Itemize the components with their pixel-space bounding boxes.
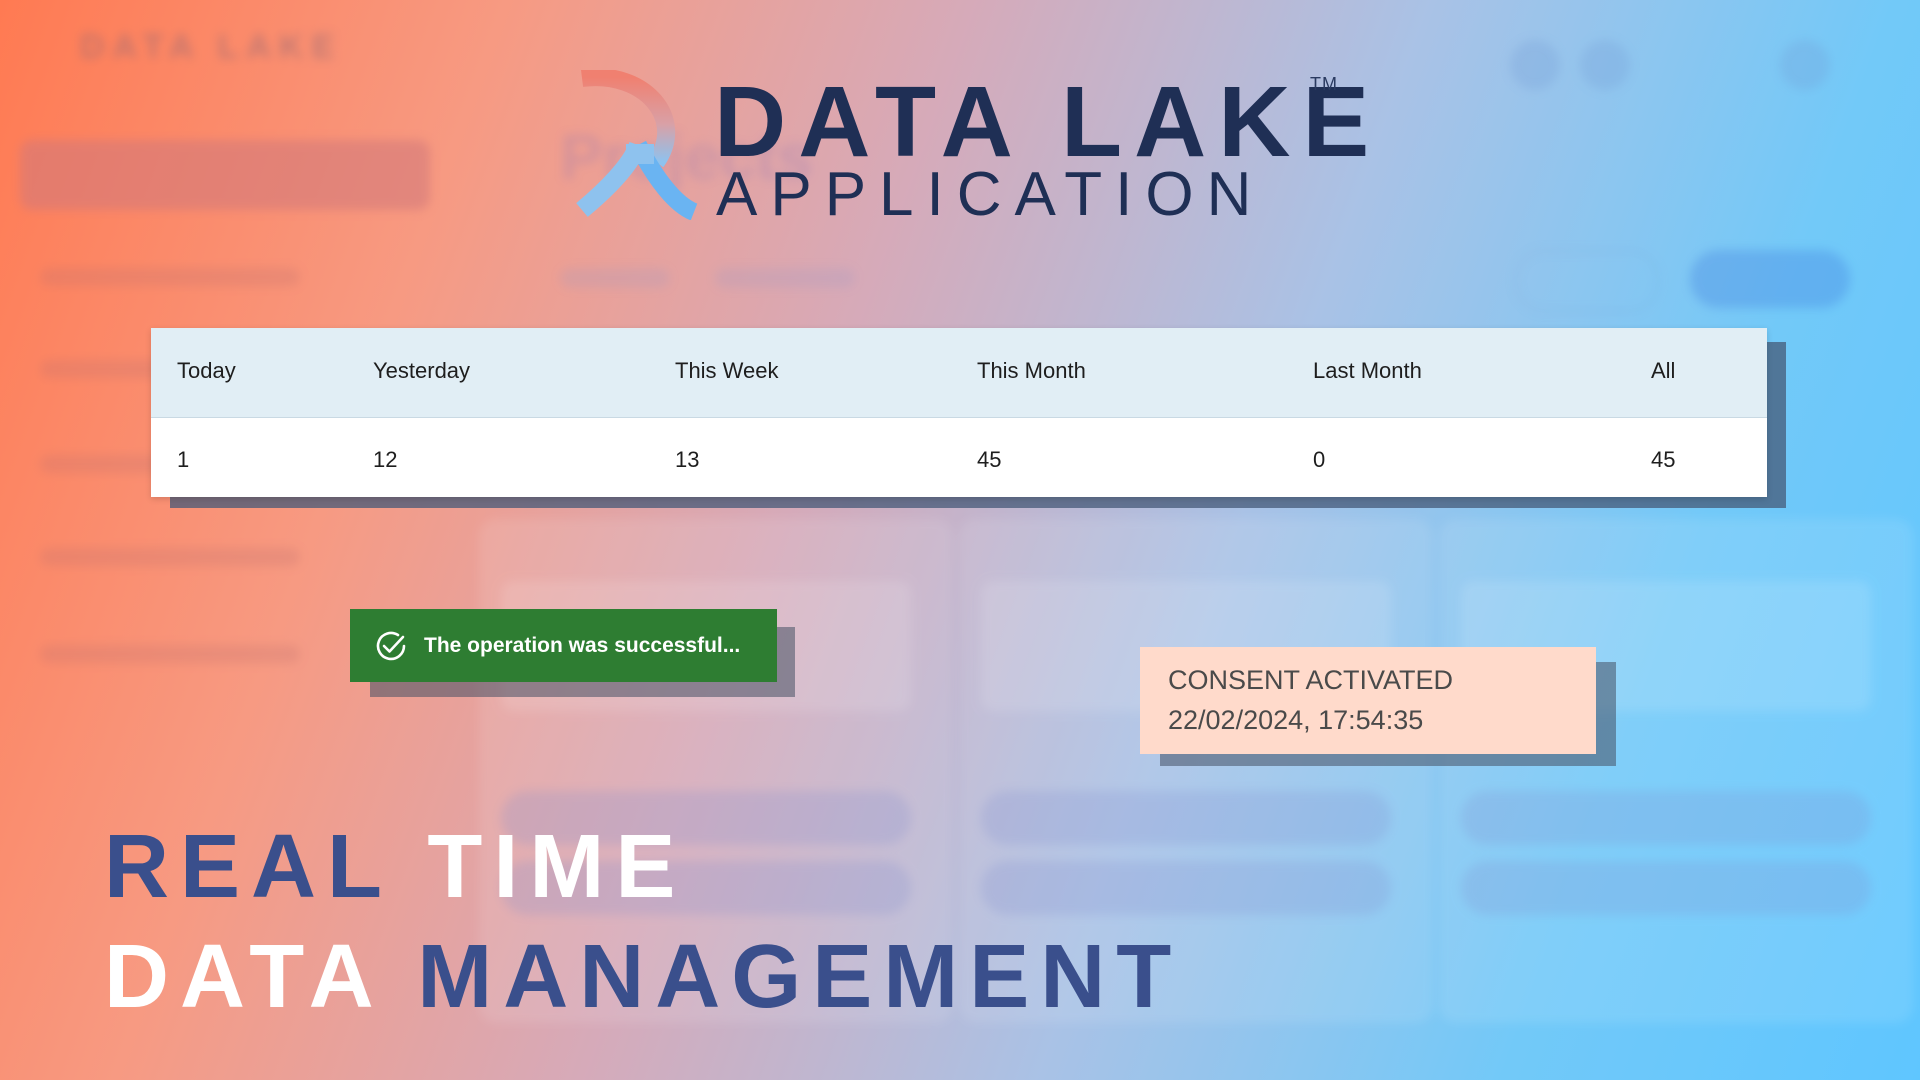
background-top-icons xyxy=(1510,30,1830,100)
headline: REAL TIME DATA MANAGEMENT xyxy=(104,812,1182,1032)
cell-this-month: 45 xyxy=(977,447,1002,472)
check-circle-icon xyxy=(376,631,406,660)
background-card xyxy=(1440,520,1912,1022)
consent-timestamp: 22/02/2024, 17:54:35 xyxy=(1168,705,1424,735)
cell-yesterday: 12 xyxy=(373,447,398,472)
column-header-last-month: Last Month xyxy=(1313,358,1422,383)
column-header-this-week: This Week xyxy=(675,358,779,383)
cell-this-week: 13 xyxy=(675,447,700,472)
headline-word-time: TIME xyxy=(427,817,687,917)
stats-table-header: Today Yesterday This Week This Month Las… xyxy=(151,328,1767,418)
logo-trademark: TM xyxy=(1310,74,1338,94)
consent-notification: CONSENT ACTIVATED 22/02/2024, 17:54:35 xyxy=(1140,647,1596,754)
background-tab xyxy=(560,268,670,288)
background-sidebar-button xyxy=(20,140,430,210)
headline-line-2: DATA MANAGEMENT xyxy=(104,922,1182,1032)
background-brand: DATA LAKE xyxy=(80,28,343,66)
cell-all: 45 xyxy=(1651,447,1676,472)
headline-word-management: MANAGEMENT xyxy=(417,927,1183,1027)
toast-message: The operation was successful... xyxy=(424,633,741,657)
headline-word-data: DATA xyxy=(104,927,382,1027)
column-header-today: Today xyxy=(177,358,236,383)
success-toast: The operation was successful... xyxy=(350,609,777,682)
column-header-this-month: This Month xyxy=(977,358,1086,383)
logo-title: DATA LAKE xyxy=(714,66,1382,178)
background-sidebar-item xyxy=(40,645,300,663)
headline-word-real: REAL xyxy=(104,817,392,917)
background-pill-button xyxy=(1690,250,1850,308)
logo-subtitle: APPLICATION xyxy=(716,160,1265,229)
data-lake-logo: DATA LAKE TM APPLICATION xyxy=(576,70,1376,226)
stats-table: Today Yesterday This Week This Month Las… xyxy=(151,328,1767,497)
consent-title: CONSENT ACTIVATED xyxy=(1168,665,1454,695)
background-pill-button xyxy=(1515,250,1659,312)
table-row: 1 12 13 45 0 45 xyxy=(151,418,1767,498)
cell-last-month: 0 xyxy=(1313,447,1326,472)
headline-line-1: REAL TIME xyxy=(104,812,1182,922)
background-tab xyxy=(715,268,855,288)
background-sidebar-item xyxy=(40,548,300,566)
background-sidebar-item xyxy=(40,268,300,286)
column-header-yesterday: Yesterday xyxy=(373,358,471,383)
data-lake-logo-mark-icon xyxy=(576,70,698,220)
column-header-all: All xyxy=(1651,358,1676,383)
cell-today: 1 xyxy=(177,447,190,472)
